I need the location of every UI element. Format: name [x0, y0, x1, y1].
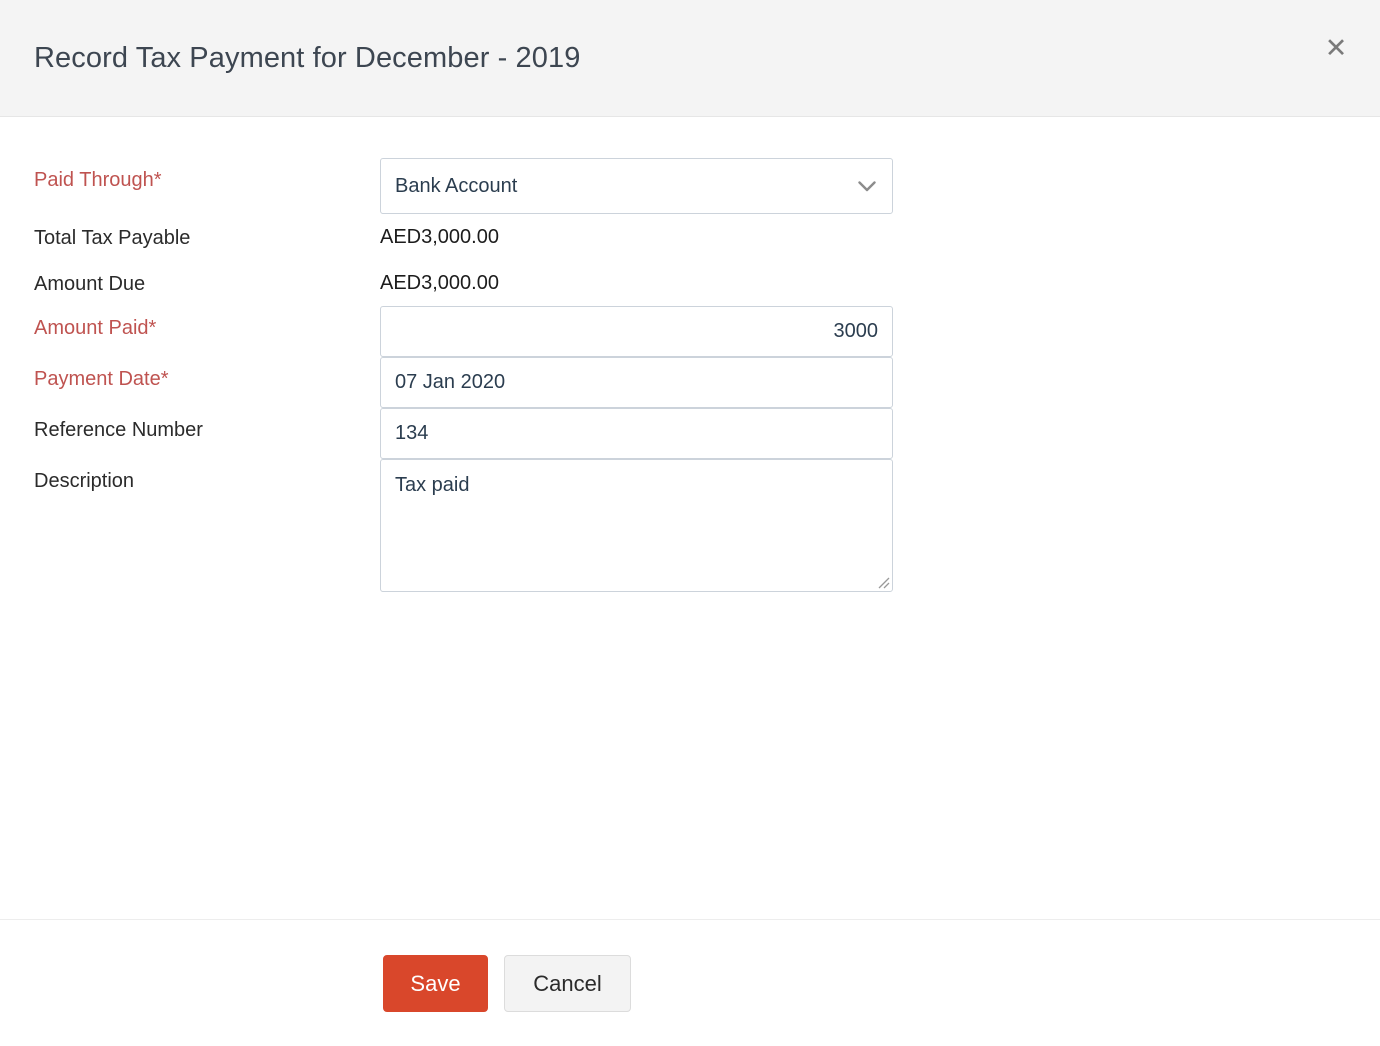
field-row-amount-paid: Amount Paid*	[0, 306, 1380, 357]
amount-paid-label: Amount Paid*	[34, 317, 157, 339]
paid-through-select[interactable]: Bank Account	[380, 158, 893, 214]
save-button[interactable]: Save	[383, 954, 488, 1012]
amount-due-control: AED3,000.00	[380, 260, 1380, 295]
dialog-footer: Save Cancel	[0, 919, 1380, 1046]
description-control: Tax paid	[380, 459, 1380, 592]
reference-number-control	[380, 408, 1380, 459]
description-textarea[interactable]: Tax paid	[380, 459, 893, 592]
page-title: Record Tax Payment for December - 2019	[34, 41, 581, 74]
reference-number-label: Reference Number	[34, 419, 203, 441]
field-row-reference-number: Reference Number	[0, 408, 1380, 459]
close-icon[interactable]: ✕	[1316, 28, 1356, 68]
chevron-down-icon	[858, 180, 876, 192]
total-tax-payable-label: Total Tax Payable	[34, 227, 191, 249]
cancel-button[interactable]: Cancel	[504, 954, 631, 1012]
paid-through-control: Bank Account	[380, 158, 1380, 214]
total-tax-payable-control: AED3,000.00	[380, 214, 1380, 249]
paid-through-selected-value: Bank Account	[395, 174, 518, 197]
field-row-amount-due: Amount Due AED3,000.00	[0, 260, 1380, 306]
amount-paid-control	[380, 306, 1380, 357]
field-row-description: Description Tax paid	[0, 459, 1380, 592]
description-wrapper: Tax paid	[380, 459, 893, 592]
field-row-paid-through: Paid Through* Bank Account	[0, 158, 1380, 214]
dialog-body: Paid Through* Bank Account Total Tax Pay…	[0, 117, 1380, 919]
amount-due-value: AED3,000.00	[380, 272, 499, 294]
payment-date-input[interactable]	[380, 357, 893, 408]
amount-due-label: Amount Due	[34, 273, 146, 295]
paid-through-label: Paid Through*	[34, 169, 162, 191]
payment-date-control	[380, 357, 1380, 408]
record-tax-payment-dialog: Record Tax Payment for December - 2019 ✕…	[0, 0, 1380, 1046]
description-label: Description	[34, 470, 135, 492]
reference-number-input[interactable]	[380, 408, 893, 459]
field-row-total-tax-payable: Total Tax Payable AED3,000.00	[0, 214, 1380, 260]
dialog-header: Record Tax Payment for December - 2019 ✕	[0, 0, 1380, 117]
payment-date-label: Payment Date*	[34, 368, 169, 390]
amount-paid-input[interactable]	[380, 306, 893, 357]
field-row-payment-date: Payment Date*	[0, 357, 1380, 408]
total-tax-payable-value: AED3,000.00	[380, 226, 499, 248]
